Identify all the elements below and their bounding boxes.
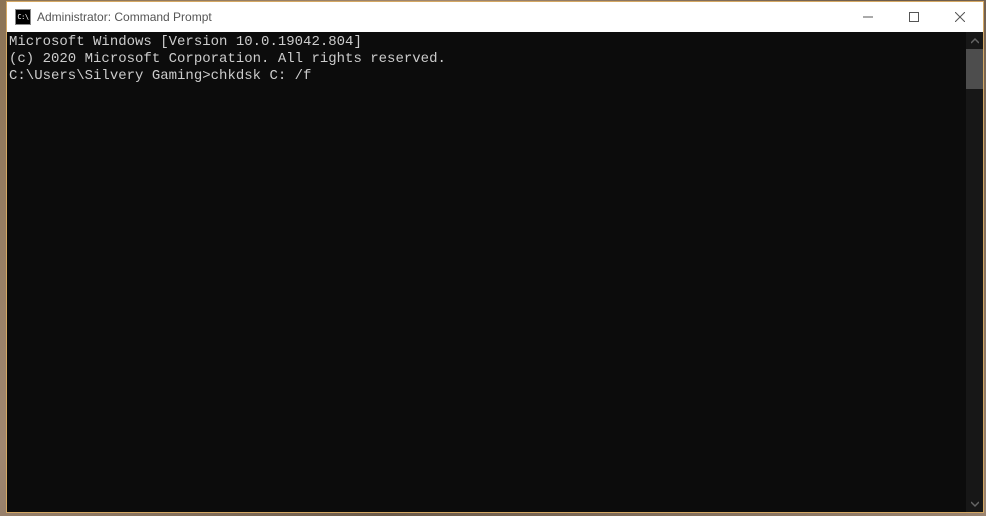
terminal-prompt-line: C:\Users\Silvery Gaming>chkdsk C: /f [9,68,966,85]
terminal-area: Microsoft Windows [Version 10.0.19042.80… [7,32,983,512]
scrollbar-thumb[interactable] [966,49,983,89]
scrollbar-track[interactable] [966,49,983,495]
close-icon [955,12,965,22]
terminal-output-line: Microsoft Windows [Version 10.0.19042.80… [9,34,966,51]
minimize-button[interactable] [845,2,891,32]
command-prompt-window: C:\ Administrator: Command Prompt [6,1,984,513]
titlebar[interactable]: C:\ Administrator: Command Prompt [7,2,983,32]
app-icon-label: C:\ [17,14,28,21]
scrollbar-down-button[interactable] [966,495,983,512]
chevron-up-icon [971,37,979,45]
minimize-icon [863,12,873,22]
terminal-content[interactable]: Microsoft Windows [Version 10.0.19042.80… [7,32,966,512]
window-controls [845,2,983,32]
maximize-button[interactable] [891,2,937,32]
window-title: Administrator: Command Prompt [37,10,845,24]
vertical-scrollbar[interactable] [966,32,983,512]
terminal-command: chkdsk C: /f [211,68,312,85]
app-icon: C:\ [15,9,31,25]
terminal-output-line: (c) 2020 Microsoft Corporation. All righ… [9,51,966,68]
chevron-down-icon [971,500,979,508]
terminal-prompt: C:\Users\Silvery Gaming> [9,68,211,85]
scrollbar-up-button[interactable] [966,32,983,49]
maximize-icon [909,12,919,22]
close-button[interactable] [937,2,983,32]
